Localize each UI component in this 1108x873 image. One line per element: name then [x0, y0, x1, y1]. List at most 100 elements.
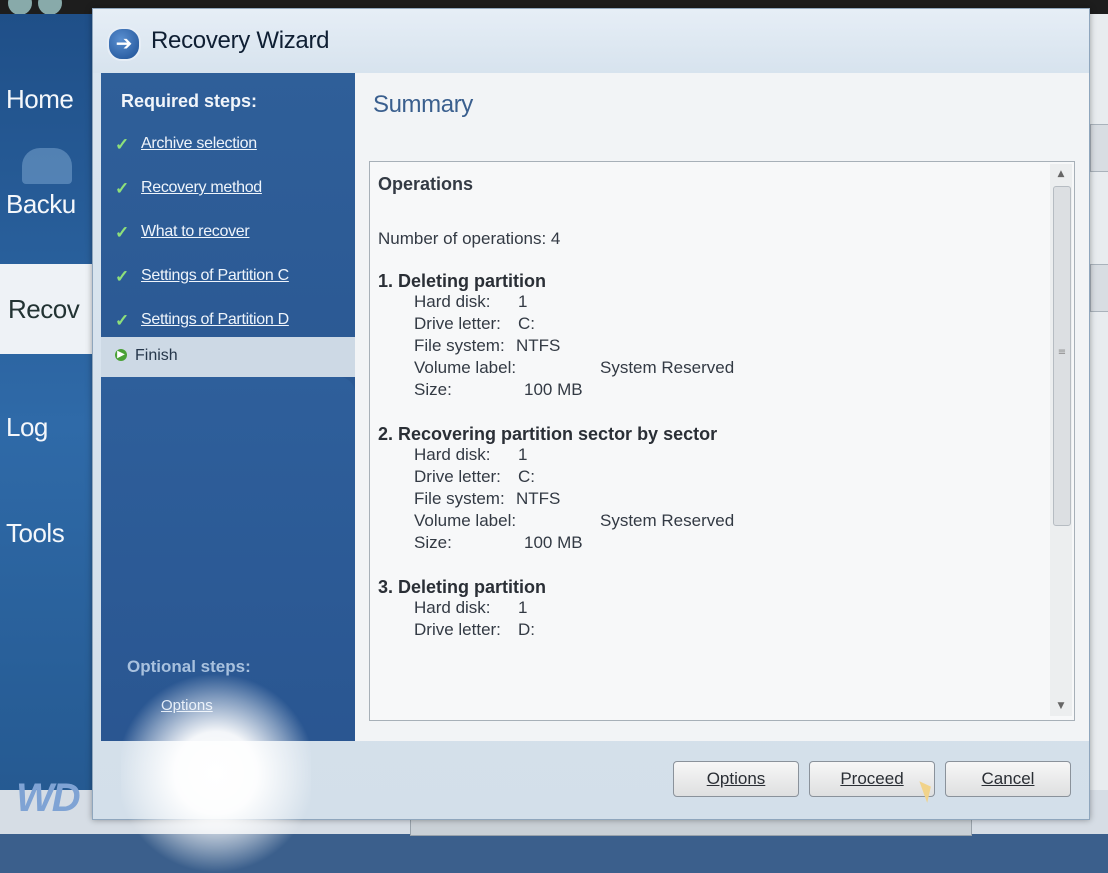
- operation-item: 3. Deleting partition Hard disk: 1 Drive …: [378, 577, 1038, 642]
- op-field: File system: NTFS: [414, 336, 1038, 358]
- step-settings-partition-c[interactable]: ✓ Settings of Partition C: [109, 265, 349, 291]
- nav-item-home[interactable]: Home: [6, 84, 74, 115]
- field-label: File system:: [414, 489, 505, 508]
- checkmark-icon: ✓: [115, 311, 130, 330]
- field-value: 1: [518, 292, 528, 311]
- grip-icon: ≡: [1057, 347, 1067, 358]
- scroll-up-arrow-icon[interactable]: ▲: [1050, 164, 1072, 184]
- background-nav: Home Backu Recov Log Tools: [0, 14, 100, 834]
- field-value: System Reserved: [600, 511, 735, 530]
- field-label: Hard disk:: [414, 598, 491, 617]
- checkmark-icon: ✓: [115, 267, 130, 286]
- summary-box[interactable]: Operations Number of operations: 4 1. De…: [369, 161, 1075, 721]
- nav-item-backup[interactable]: Backu: [6, 189, 76, 220]
- proceed-button[interactable]: Proceed: [809, 761, 935, 797]
- field-value: NTFS: [516, 336, 561, 355]
- field-value: 1: [518, 598, 528, 617]
- scroll-down-arrow-icon[interactable]: ▼: [1050, 696, 1072, 716]
- brand-logo: WD: [16, 776, 81, 820]
- op-field: Size: 100 MB: [414, 533, 1038, 555]
- field-value: 1: [518, 445, 528, 464]
- op-field: File system: NTFS: [414, 489, 1038, 511]
- checkmark-icon: ✓: [115, 179, 130, 198]
- nav-item-log[interactable]: Log: [6, 412, 48, 443]
- op-field: Hard disk: 1: [414, 598, 1038, 620]
- summary-title: Summary: [373, 91, 473, 118]
- cancel-button[interactable]: Cancel: [945, 761, 1071, 797]
- proceed-button-label: Proceed: [840, 769, 904, 788]
- field-value: 100 MB: [524, 380, 583, 399]
- op-field: Drive letter: C:: [414, 467, 1038, 489]
- window-controls: [8, 0, 78, 15]
- operations-heading: Operations: [378, 174, 474, 194]
- op-field: Hard disk: 1: [414, 292, 1038, 314]
- op-field: Volume label: System Reserved: [414, 358, 1038, 380]
- field-label: Drive letter:: [414, 314, 501, 333]
- summary-area: Summary Operations Number of operations:…: [355, 73, 1089, 741]
- optional-steps-heading: Optional steps:: [127, 657, 251, 676]
- wizard-title: Recovery Wizard: [151, 27, 330, 54]
- operation-title: 1. Deleting partition: [378, 271, 547, 291]
- field-label: Volume label:: [414, 511, 517, 530]
- options-button[interactable]: Options: [673, 761, 799, 797]
- step-settings-partition-d[interactable]: ✓ Settings of Partition D: [109, 309, 349, 335]
- field-value: 100 MB: [524, 533, 583, 552]
- background-right-panel: [1090, 14, 1108, 834]
- nav-item-tools[interactable]: Tools: [6, 518, 65, 549]
- step-label: Archive selection: [141, 135, 257, 152]
- field-value: C:: [518, 467, 535, 486]
- summary-content: Operations Number of operations: 4 1. De…: [378, 170, 1038, 642]
- cancel-button-label: Cancel: [981, 769, 1035, 788]
- op-field: Volume label: System Reserved: [414, 511, 1038, 533]
- step-archive-selection[interactable]: ✓ Archive selection: [109, 133, 349, 159]
- field-label: Size:: [414, 533, 452, 552]
- background-scrollbar[interactable]: [410, 818, 972, 836]
- op-field: Size: 100 MB: [414, 380, 1038, 402]
- field-label: File system:: [414, 336, 505, 355]
- step-label: Settings of Partition C: [141, 267, 289, 284]
- step-finish-label: Finish: [135, 347, 178, 364]
- back-arrow-icon[interactable]: ➔: [107, 27, 141, 61]
- operations-count: Number of operations: 4: [378, 229, 561, 248]
- op-field: Drive letter: D:: [414, 620, 1038, 642]
- scroll-thumb[interactable]: ≡: [1053, 186, 1071, 526]
- control-icon[interactable]: [38, 0, 62, 15]
- nav-item-recovery[interactable]: Recov: [0, 264, 98, 354]
- field-label: Size:: [414, 380, 452, 399]
- field-label: Drive letter:: [414, 620, 501, 639]
- field-label: Hard disk:: [414, 292, 491, 311]
- step-recovery-method[interactable]: ✓ Recovery method: [109, 177, 349, 203]
- optional-step-options[interactable]: Options: [161, 697, 213, 714]
- recovery-wizard-window: ➔ Recovery Wizard Required steps: ✓ Arch…: [92, 8, 1090, 873]
- wizard-title-bar: ➔ Recovery Wizard: [93, 9, 1089, 73]
- field-value: System Reserved: [600, 358, 735, 377]
- vertical-scrollbar[interactable]: ▲ ≡ ▼: [1050, 164, 1072, 716]
- op-field: Hard disk: 1: [414, 445, 1038, 467]
- checkmark-icon: ✓: [115, 135, 130, 154]
- steps-lower-panel: [101, 377, 355, 741]
- field-value: D:: [518, 620, 535, 639]
- options-button-label: Options: [706, 769, 766, 788]
- steps-panel: Required steps: ✓ Archive selection ✓ Re…: [101, 73, 355, 873]
- field-label: Hard disk:: [414, 445, 491, 464]
- op-field: Drive letter: C:: [414, 314, 1038, 336]
- step-label: What to recover: [141, 223, 250, 240]
- checkmark-icon: ✓: [115, 223, 130, 242]
- step-label: Recovery method: [141, 179, 262, 196]
- required-steps-heading: Required steps:: [121, 91, 258, 111]
- field-value: NTFS: [516, 489, 561, 508]
- right-fragment: [1090, 124, 1108, 172]
- control-icon[interactable]: [8, 0, 32, 15]
- field-value: C:: [518, 314, 535, 333]
- operation-title: 2. Recovering partition sector by sector: [378, 424, 718, 444]
- current-step-arrow-icon: ▶: [115, 349, 127, 361]
- nav-bubble: [22, 148, 72, 184]
- step-what-to-recover[interactable]: ✓ What to recover: [109, 221, 349, 247]
- operation-item: 2. Recovering partition sector by sector…: [378, 424, 1038, 555]
- field-label: Drive letter:: [414, 467, 501, 486]
- field-label: Volume label:: [414, 358, 517, 377]
- right-fragment: [1090, 264, 1108, 312]
- step-label: Settings of Partition D: [141, 311, 289, 328]
- step-finish[interactable]: ▶ Finish: [101, 337, 355, 377]
- operation-title: 3. Deleting partition: [378, 577, 547, 597]
